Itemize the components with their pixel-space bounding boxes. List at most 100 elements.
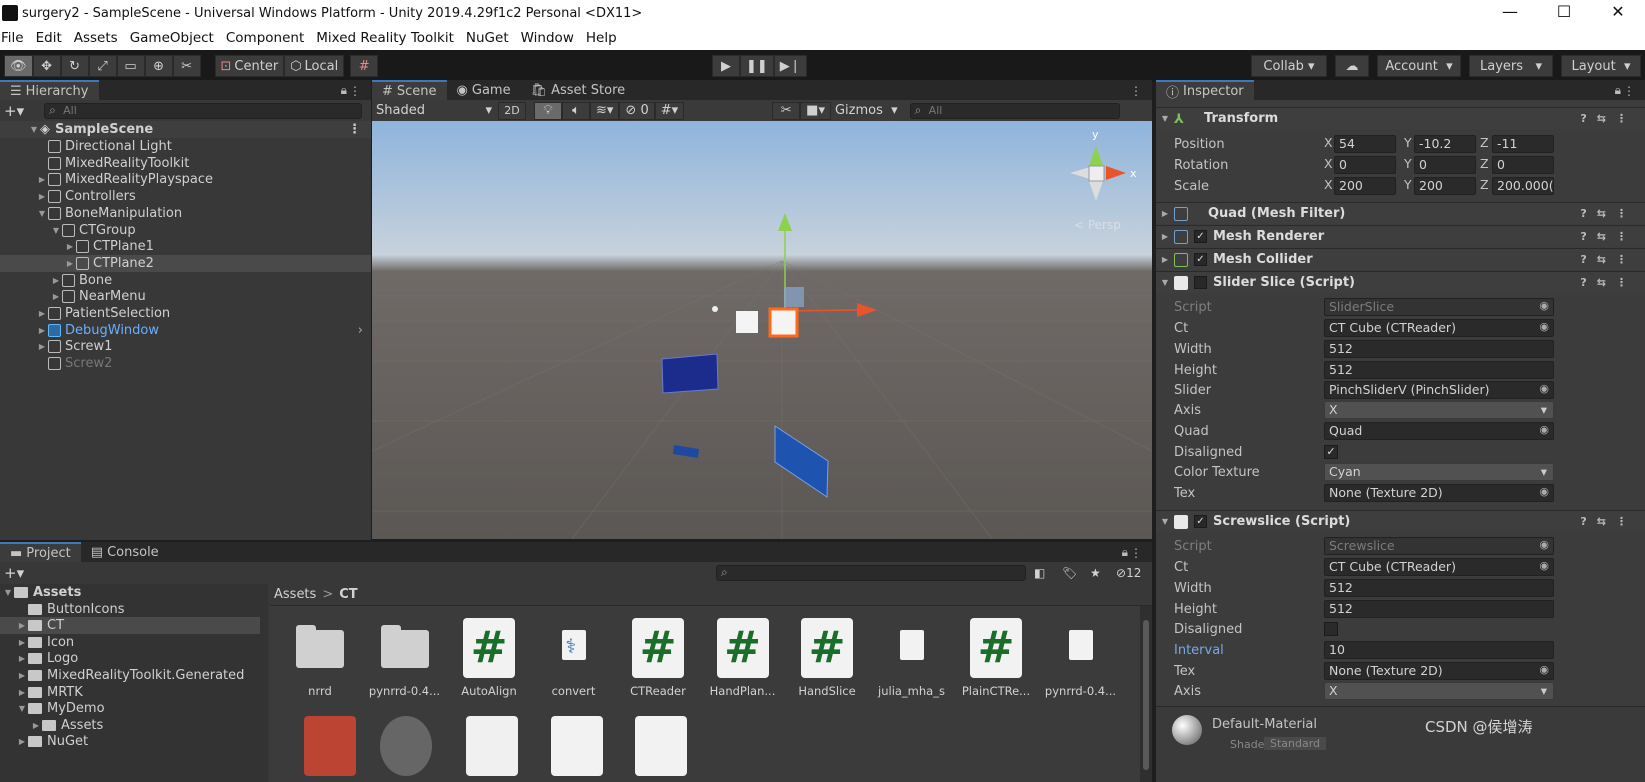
hierarchy-item[interactable]: ▶ MixedRealityPlayspace	[0, 171, 371, 188]
slider-slice-enabled-checkbox[interactable]	[1194, 276, 1207, 289]
hierarchy-item[interactable]: ▶ NearMenu	[0, 288, 371, 305]
asset-scrollbar[interactable]	[1140, 606, 1152, 782]
tab-project[interactable]: ▬ Project	[0, 541, 81, 564]
pause-icon[interactable]: ❚❚	[740, 55, 774, 77]
component-controls-icon[interactable]: ?⇆⋮	[1580, 207, 1637, 220]
sc-interval-label[interactable]: Interval	[1174, 643, 1224, 658]
collapse-arrow-icon[interactable]: ▼	[1156, 278, 1174, 287]
expand-arrow-icon[interactable]: ▶	[16, 654, 28, 663]
expand-arrow-icon[interactable]: ▶	[30, 721, 42, 730]
position-y-field[interactable]: -10.2	[1414, 135, 1476, 153]
winrar-archive-icon[interactable]	[304, 716, 356, 776]
menu-edit[interactable]: Edit	[30, 30, 68, 46]
play-icon[interactable]: ▶	[712, 55, 740, 77]
2d-toggle[interactable]: 2D	[498, 101, 526, 120]
collab-button[interactable]: Collab ▾	[1251, 55, 1327, 77]
menu-nuget[interactable]: NuGet	[460, 30, 515, 46]
close-icon[interactable]: ✕	[1591, 0, 1645, 26]
x-arrow-icon[interactable]	[857, 303, 877, 317]
filter-label-icon[interactable]: 🏷︎	[1062, 566, 1077, 580]
hierarchy-item[interactable]: MixedRealityToolkit	[0, 155, 371, 172]
scale-tool-icon[interactable]: ⤢	[88, 55, 117, 77]
project-tree-item[interactable]: ▶ NuGet	[0, 733, 260, 750]
expand-arrow-icon[interactable]: ▼	[16, 704, 28, 713]
sc-interval-field[interactable]: 10	[1324, 641, 1554, 659]
hierarchy-item[interactable]: ▶ CTPlane1	[0, 238, 371, 255]
menu-mrtk[interactable]: Mixed Reality Toolkit	[310, 30, 460, 46]
ss-height-field[interactable]: 512	[1324, 361, 1554, 379]
breadcrumb-ct[interactable]: CT	[339, 587, 357, 602]
persp-label[interactable]: < Persp	[1074, 218, 1121, 232]
hidden-packages-icon[interactable]: ⊘12	[1116, 566, 1141, 580]
menu-component[interactable]: Component	[220, 30, 310, 46]
sc-tex-field[interactable]: None (Texture 2D)	[1324, 662, 1554, 680]
snap-icon[interactable]: #	[350, 55, 379, 77]
tab-asset-store[interactable]: 🛍︎ Asset Store	[521, 80, 636, 102]
scene-viewport[interactable]	[372, 121, 1152, 539]
rect-tool-icon[interactable]: ▭	[116, 55, 145, 77]
view-tool-icon[interactable]: 👁	[4, 55, 33, 77]
z-label[interactable]: Z	[1480, 177, 1489, 195]
sc-disaligned-checkbox[interactable]	[1324, 622, 1338, 636]
hierarchy-item[interactable]: ▶ DebugWindow ›	[0, 322, 371, 339]
transform-component[interactable]: ▼ ⅄ Transform ?⇆⋮	[1156, 107, 1645, 129]
y-label[interactable]: Y	[1404, 177, 1412, 195]
inspector-lock-icon[interactable]: 🔒︎	[1615, 83, 1621, 98]
scene-menu-icon[interactable]: ⋮	[348, 122, 361, 137]
menu-gameobject[interactable]: GameObject	[124, 30, 220, 46]
mesh-filter-component[interactable]: ▶ Quad (Mesh Filter) ?⇆⋮	[1156, 202, 1645, 224]
mesh-collider-enabled-checkbox[interactable]: ✓	[1194, 253, 1207, 266]
pivot-center-button[interactable]: ⊡ Center	[214, 55, 285, 77]
sc-width-label[interactable]: Width	[1174, 581, 1212, 596]
shading-dropdown[interactable]: Shaded ▾	[376, 103, 494, 118]
expand-arrow-icon[interactable]: ▶	[64, 259, 76, 268]
z-label[interactable]: Z	[1480, 135, 1489, 153]
grid-icon[interactable]: #▾	[654, 101, 685, 120]
expand-arrow-icon[interactable]: ▼	[36, 209, 48, 218]
menu-window[interactable]: Window	[515, 30, 580, 46]
expand-arrow-icon[interactable]: ▶	[1156, 232, 1174, 241]
hierarchy-item[interactable]: ▶ Screw1	[0, 338, 371, 355]
z-label[interactable]: Z	[1480, 156, 1489, 174]
menu-assets[interactable]: Assets	[68, 30, 124, 46]
hierarchy-item[interactable]: ▼ BoneManipulation	[0, 205, 371, 222]
audio-icon[interactable]: 🔈︎	[562, 101, 590, 120]
layout-button[interactable]: Layout ▾	[1561, 55, 1641, 77]
pivot-local-button[interactable]: ⬡ Local	[284, 55, 345, 77]
mesh-collider-component[interactable]: ▶ ✓ Mesh Collider ?⇆⋮	[1156, 248, 1645, 270]
lock-icon[interactable]: 🔒︎	[341, 83, 347, 98]
ss-disaligned-checkbox[interactable]: ✓	[1324, 445, 1338, 459]
y-label[interactable]: Y	[1404, 135, 1412, 153]
transform-tool-icon[interactable]: ⊕	[144, 55, 173, 77]
hierarchy-item[interactable]: Screw2	[0, 355, 371, 372]
project-tree-item[interactable]: ▶ MRTK	[0, 684, 260, 701]
scale-y-field[interactable]: 200	[1414, 177, 1476, 195]
scene-panel-menu-icon[interactable]: ⋮	[1130, 84, 1142, 98]
light-icon[interactable]	[712, 306, 718, 312]
project-lock-icon[interactable]: 🔒︎	[1122, 545, 1128, 560]
expand-arrow-icon[interactable]: ▶	[36, 326, 48, 335]
asset-item[interactable]: # HandPlan...	[701, 618, 785, 708]
expand-arrow-icon[interactable]: ▶	[36, 175, 48, 184]
scale-z-field[interactable]: 200.000(	[1492, 177, 1554, 195]
x-label[interactable]: X	[1324, 135, 1333, 153]
hidden-objects-icon[interactable]: ⊘ 0	[619, 101, 655, 120]
expand-arrow-icon[interactable]: ▼	[28, 125, 40, 134]
asset-item[interactable]: pynrrd-0.4...	[1039, 618, 1123, 708]
hierarchy-item[interactable]: ▶ CTPlane2	[0, 254, 371, 272]
gizmos-dropdown[interactable]: Gizmos ▾	[835, 103, 898, 118]
asset-item[interactable]: ⚕ convert	[532, 618, 616, 708]
x-label[interactable]: X	[1324, 156, 1333, 174]
position-z-field[interactable]: -11	[1492, 135, 1554, 153]
material-name[interactable]: Default-Material	[1212, 717, 1317, 732]
layers-button[interactable]: Layers ▾	[1469, 55, 1553, 77]
ss-width-field[interactable]: 512	[1324, 340, 1554, 358]
menu-help[interactable]: Help	[580, 30, 623, 46]
scene-row[interactable]: ▼ ◈ SampleScene ⋮	[0, 121, 371, 138]
sc-height-field[interactable]: 512	[1324, 600, 1554, 618]
position-label[interactable]: Position	[1174, 137, 1225, 152]
filter-type-icon[interactable]: ◧	[1034, 566, 1045, 580]
rotation-label[interactable]: Rotation	[1174, 158, 1228, 173]
csharp-script-icon[interactable]	[551, 716, 603, 776]
cloud-icon[interactable]: ☁	[1335, 55, 1369, 77]
